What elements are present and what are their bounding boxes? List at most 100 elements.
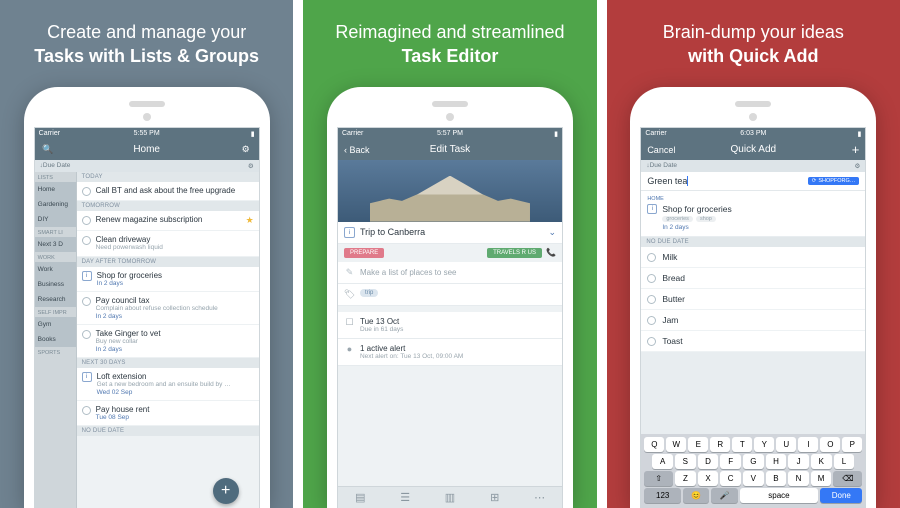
key[interactable]: M <box>811 471 832 486</box>
key[interactable]: Y <box>754 437 774 452</box>
sidebar-item[interactable]: Gym <box>35 317 76 332</box>
task-row[interactable]: Take Ginger to vetBuy new collarIn 2 day… <box>77 325 259 358</box>
task-status-icon[interactable]: i <box>344 227 355 238</box>
checkbox[interactable] <box>82 330 91 339</box>
key[interactable]: V <box>743 471 764 486</box>
settings-icon[interactable]: ⚙ <box>239 144 253 155</box>
checkbox[interactable] <box>647 253 656 262</box>
checkbox[interactable] <box>82 216 91 225</box>
preview-task[interactable]: HOME i Shop for groceries groceriesshop … <box>641 191 865 237</box>
task-row[interactable]: Renew magazine subscription★ <box>77 211 259 231</box>
key[interactable]: A <box>652 454 673 469</box>
emoji-key[interactable]: 😊 <box>683 488 709 503</box>
key[interactable]: O <box>820 437 840 452</box>
cancel-button[interactable]: Cancel <box>647 145 675 155</box>
sidebar-item[interactable]: Research <box>35 292 76 307</box>
key[interactable]: L <box>834 454 855 469</box>
sidebar-item[interactable]: Business <box>35 277 76 292</box>
tab-1[interactable]: ▤ <box>338 487 383 508</box>
tab-4[interactable]: ⊞ <box>472 487 517 508</box>
sidebar-item[interactable]: Work <box>35 262 76 277</box>
sidebar-item[interactable]: Gardening <box>35 197 76 212</box>
checkbox[interactable] <box>647 337 656 346</box>
list-item[interactable]: Jam <box>641 310 865 331</box>
key[interactable]: I <box>798 437 818 452</box>
gear-icon[interactable]: ⚙ <box>248 162 254 170</box>
checkbox[interactable] <box>82 236 91 245</box>
task-title-row[interactable]: i Trip to Canberra ⌄ <box>338 222 562 244</box>
key[interactable]: C <box>720 471 741 486</box>
phone-icon[interactable]: 📞 <box>546 248 556 258</box>
task-row[interactable]: iShop for groceriesIn 2 days <box>77 267 259 292</box>
checkbox[interactable] <box>647 295 656 304</box>
list-item[interactable]: Butter <box>641 289 865 310</box>
quick-add-input[interactable]: Green tea ⟳SHOPFORG… <box>641 172 865 192</box>
checkbox[interactable] <box>647 316 656 325</box>
list-item[interactable]: Bread <box>641 268 865 289</box>
task-list[interactable]: TODAYCall BT and ask about the free upgr… <box>77 172 259 508</box>
checkbox[interactable] <box>82 406 91 415</box>
123-key[interactable]: 123 <box>644 488 681 503</box>
task-row[interactable]: iLoft extensionGet a new bedroom and an … <box>77 368 259 401</box>
key[interactable]: E <box>688 437 708 452</box>
star-icon[interactable]: ★ <box>246 215 254 226</box>
key[interactable]: R <box>710 437 730 452</box>
done-key[interactable]: Done <box>820 488 862 503</box>
tag-chip[interactable]: trip <box>360 289 378 297</box>
due-date-row[interactable]: ☐ Tue 13 Oct Due in 61 days <box>338 312 562 339</box>
key[interactable]: D <box>698 454 719 469</box>
gear-icon[interactable]: ⚙ <box>854 162 860 170</box>
pill[interactable]: PREPARE <box>344 248 384 258</box>
tab-bar[interactable]: ▤ ☰ ▥ ⊞ ⋯ <box>338 486 562 508</box>
sidebar-item[interactable]: DIY <box>35 212 76 227</box>
tab-2[interactable]: ☰ <box>383 487 428 508</box>
add-button[interactable]: + <box>852 142 860 157</box>
chevron-down-icon[interactable]: ⌄ <box>548 227 556 238</box>
shift-key[interactable]: ⇧ <box>644 471 673 486</box>
key[interactable]: W <box>666 437 686 452</box>
task-row[interactable]: Pay house rentTue 08 Sep <box>77 401 259 426</box>
list-item[interactable]: Milk <box>641 247 865 268</box>
key[interactable]: S <box>675 454 696 469</box>
key[interactable]: U <box>776 437 796 452</box>
pill[interactable]: TRAVELS R US <box>487 248 542 258</box>
key[interactable]: F <box>720 454 741 469</box>
sort-bar[interactable]: ↓Due Date ⚙ <box>641 160 865 172</box>
task-status-icon[interactable]: i <box>82 372 92 382</box>
fab-add-button[interactable]: + <box>213 478 239 504</box>
sidebar-item[interactable]: Home <box>35 182 76 197</box>
checkbox[interactable] <box>647 274 656 283</box>
tab-5[interactable]: ⋯ <box>517 487 562 508</box>
sidebar[interactable]: LISTSHomeGardeningDIYSMART LINext 3 DWOR… <box>35 172 77 508</box>
delete-key[interactable]: ⌫ <box>833 471 862 486</box>
alert-row[interactable]: ● 1 active alert Next alert on: Tue 13 O… <box>338 339 562 366</box>
tag-row[interactable]: 🏷 trip <box>338 284 562 306</box>
key[interactable]: T <box>732 437 752 452</box>
checkbox[interactable] <box>82 187 91 196</box>
task-status-icon[interactable]: i <box>82 271 92 281</box>
mic-key[interactable]: 🎤 <box>711 488 737 503</box>
list-item[interactable]: Toast <box>641 331 865 352</box>
key[interactable]: Z <box>675 471 696 486</box>
back-button[interactable]: ‹ Back <box>344 145 370 155</box>
key[interactable]: K <box>811 454 832 469</box>
task-row[interactable]: Clean drivewayNeed powerwash liquid <box>77 231 259 257</box>
sort-bar[interactable]: ↓Due Date ⚙ <box>35 160 259 172</box>
sidebar-item[interactable]: Next 3 D <box>35 237 76 252</box>
key[interactable]: G <box>743 454 764 469</box>
key[interactable]: N <box>788 471 809 486</box>
key[interactable]: B <box>766 471 787 486</box>
search-icon[interactable]: 🔍 <box>41 144 55 155</box>
key[interactable]: P <box>842 437 862 452</box>
sidebar-item[interactable]: Books <box>35 332 76 347</box>
task-row[interactable]: Pay council taxComplain about refuse col… <box>77 292 259 325</box>
key[interactable]: H <box>766 454 787 469</box>
note-row[interactable]: ✎ Make a list of places to see <box>338 262 562 284</box>
task-row[interactable]: Call BT and ask about the free upgrade <box>77 182 259 201</box>
key[interactable]: J <box>788 454 809 469</box>
keyboard[interactable]: QWERTYUIOP ASDFGHJKL ⇧ZXCVBNM⌫ 123😊🎤spac… <box>641 434 865 508</box>
key[interactable]: Q <box>644 437 664 452</box>
checkbox[interactable] <box>82 297 91 306</box>
key[interactable]: X <box>698 471 719 486</box>
list-badge[interactable]: ⟳SHOPFORG… <box>808 177 860 185</box>
